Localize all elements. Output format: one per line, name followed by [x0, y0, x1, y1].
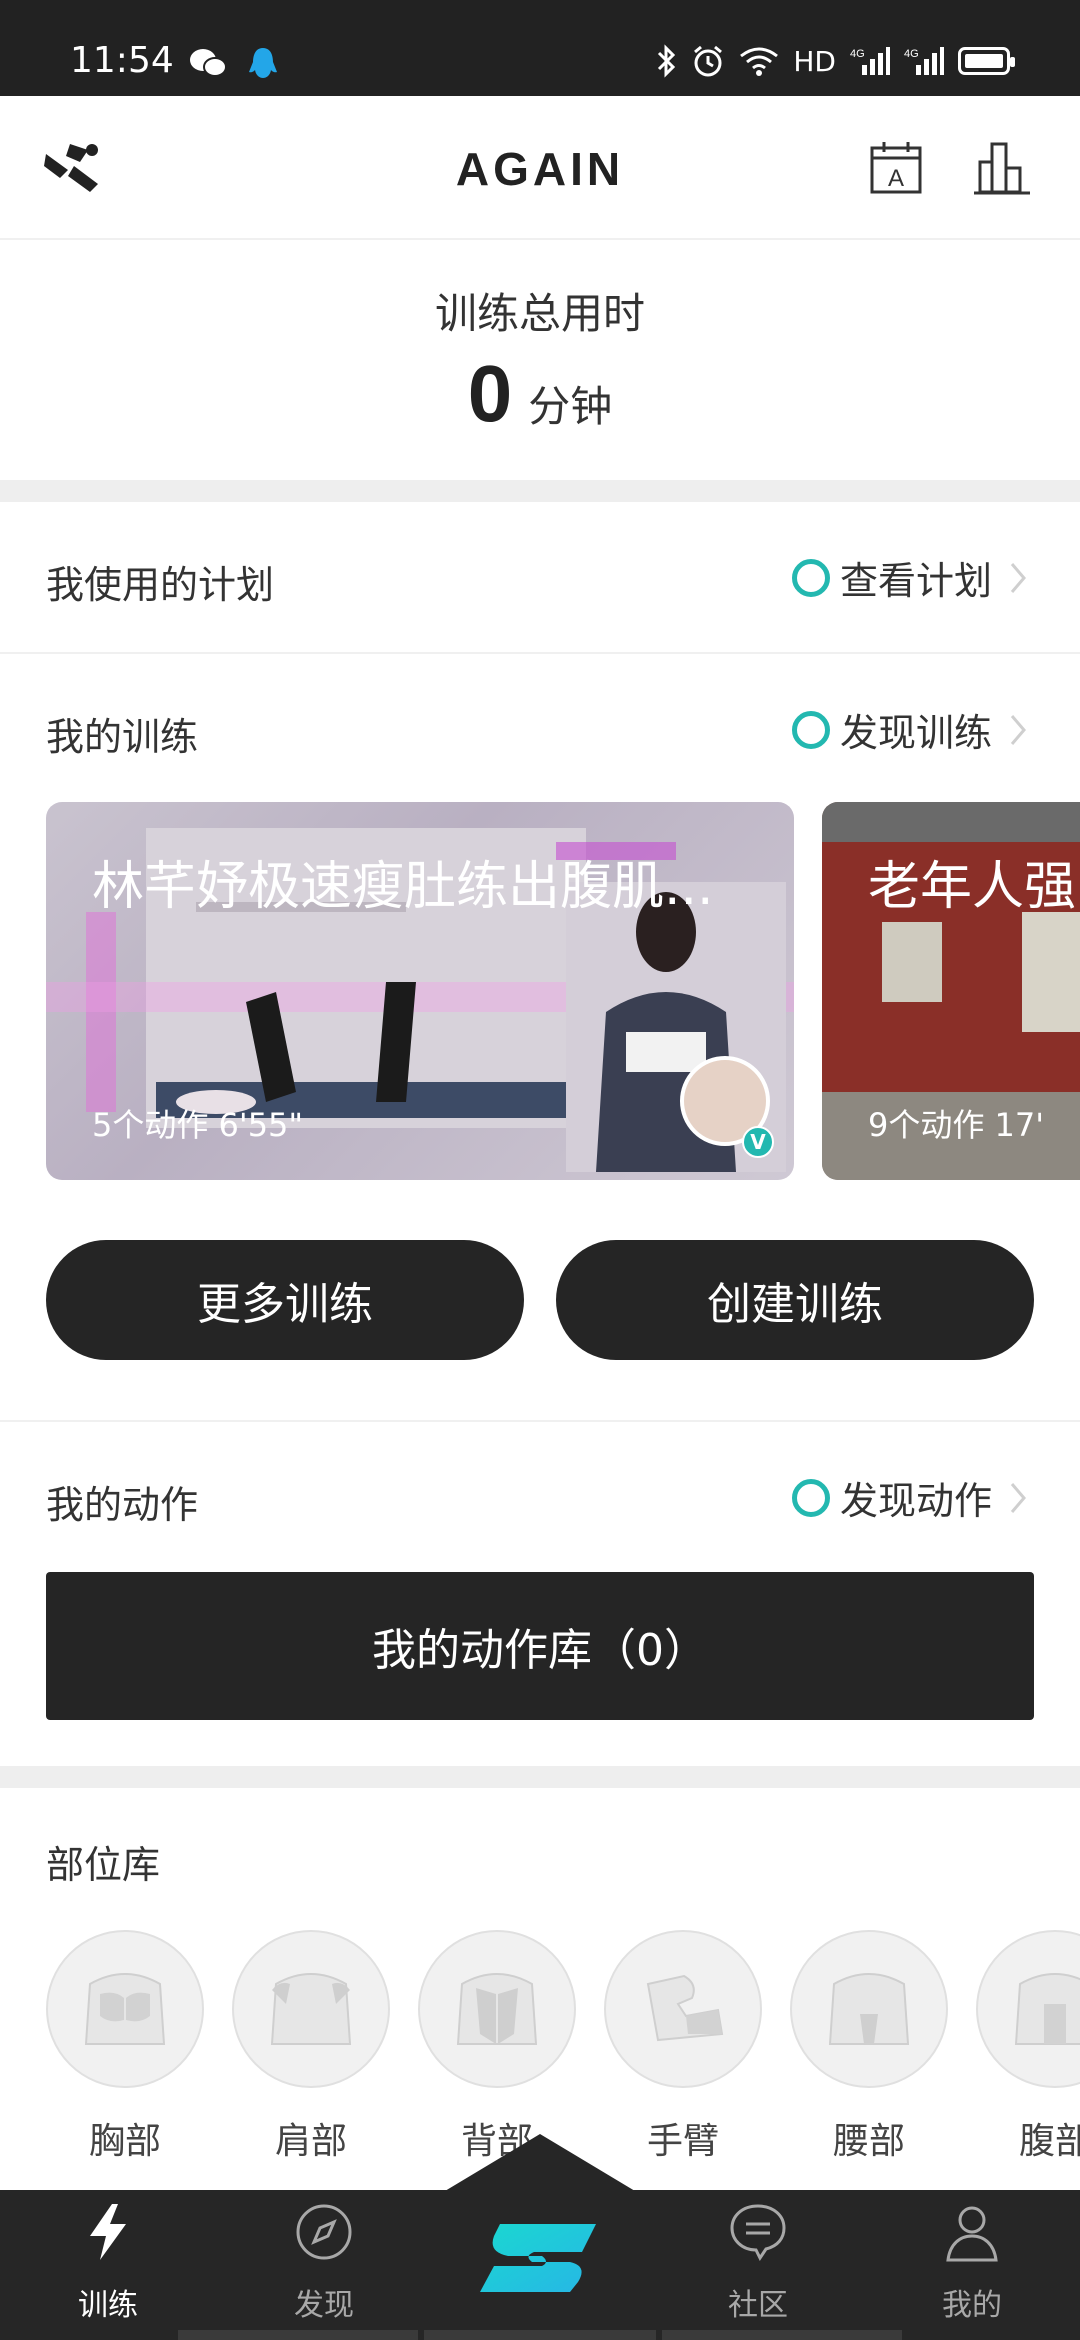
shoulders-icon [232, 1930, 390, 2088]
body-part-back[interactable]: 背部 [418, 1930, 576, 2164]
actions-title: 我的动作 [46, 1483, 199, 1527]
ring-icon [791, 710, 830, 749]
total-time-panel: 训练总用时 0 分钟 [0, 240, 1080, 480]
more-trainings-button[interactable]: 更多训练 [46, 1240, 524, 1360]
verified-badge-icon: V [742, 1126, 774, 1158]
lightning-icon [90, 2204, 126, 2260]
body-parts-title: 部位库 [46, 1843, 161, 1887]
discover-actions-link[interactable]: 发现动作 [791, 1470, 1034, 1525]
discover-trainings-label: 发现训练 [839, 711, 992, 755]
home-indicator [424, 2330, 656, 2340]
tab-community[interactable]: 社区 [688, 2200, 828, 2324]
chest-icon [46, 1930, 204, 2088]
training-card-title: 老年人强 [868, 857, 1077, 917]
status-indicators: HD 4G 4G [655, 44, 1015, 78]
tab-me[interactable]: 我的 [902, 2200, 1042, 2324]
create-training-button[interactable]: 创建训练 [556, 1240, 1034, 1360]
wifi-icon [740, 47, 779, 76]
svg-text:4G: 4G [850, 48, 865, 60]
abs-icon [976, 1930, 1080, 2088]
status-time: 11:54 [70, 40, 174, 81]
body-part-chest[interactable]: 胸部 [46, 1930, 204, 2164]
trainings-row: 我的训练 发现训练 [0, 654, 1080, 804]
tab-label: 社区 [728, 2288, 788, 2323]
tab-label: 我的 [942, 2288, 1002, 2323]
body-part-label: 腹部 [1018, 2121, 1080, 2162]
section-divider-band [0, 480, 1080, 502]
training-card-meta: 9个动作 17' [868, 1106, 1045, 1144]
status-bar: 11:54 HD 4G 4G [0, 0, 1080, 96]
app-header: AGAIN A [0, 96, 1080, 240]
tabbar-hump [440, 2134, 640, 2194]
discover-actions-label: 发现动作 [839, 1479, 992, 1523]
body-part-shoulders[interactable]: 肩部 [232, 1930, 390, 2164]
bluetooth-icon [658, 44, 676, 78]
calendar-letter: A [888, 165, 904, 192]
compass-icon [296, 2204, 352, 2260]
actions-row: 我的动作 发现动作 [0, 1422, 1080, 1572]
arm-icon [604, 1930, 762, 2088]
body-part-arms[interactable]: 手臂 [604, 1930, 762, 2164]
network-label: HD [793, 44, 836, 78]
chat-icon [730, 2204, 786, 2261]
ring-icon [791, 558, 830, 597]
stats-icon[interactable] [974, 140, 1030, 196]
waist-icon [790, 1930, 948, 2088]
trainings-title: 我的训练 [46, 715, 199, 759]
ring-icon [791, 1478, 830, 1517]
svg-text:4G: 4G [904, 48, 919, 60]
total-time-value: 0 [467, 349, 513, 438]
alarm-icon [694, 45, 723, 77]
training-card-title: 林芊妤极速瘦肚练出腹肌... [92, 857, 714, 917]
chevron-right-icon [1010, 714, 1026, 745]
my-action-library-button[interactable]: 我的动作库（0） [46, 1572, 1034, 1720]
view-plans-link[interactable]: 查看计划 [791, 550, 1034, 605]
body-part-waist[interactable]: 腰部 [790, 1930, 948, 2164]
chevron-right-icon [1010, 562, 1026, 593]
back-icon [418, 1930, 576, 2088]
total-time-value-row: 0 分钟 [0, 348, 1080, 440]
person-icon [946, 2206, 998, 2262]
tab-label: 训练 [78, 2288, 138, 2323]
body-part-abs[interactable]: 腹部 [976, 1930, 1080, 2164]
training-card[interactable]: 老年人强 9个动作 17' [822, 802, 1080, 1180]
plans-title: 我使用的计划 [46, 563, 275, 607]
notification-icons [188, 46, 280, 82]
discover-trainings-link[interactable]: 发现训练 [791, 702, 1034, 757]
training-card-meta: 5个动作 6'55" [92, 1106, 304, 1144]
wechat-icon [190, 49, 227, 77]
tab-training[interactable]: 训练 [38, 2200, 178, 2324]
tab-discover[interactable]: 发现 [254, 2200, 394, 2324]
home-indicator [178, 2330, 418, 2340]
total-time-unit: 分钟 [528, 382, 613, 431]
body-parts-list: 胸部 肩部 背部 手臂 腰部 腹部 [46, 1930, 1080, 2164]
total-time-label: 训练总用时 [434, 289, 645, 338]
view-plans-label: 查看计划 [839, 559, 992, 603]
qq-icon [249, 48, 277, 78]
battery-icon [958, 47, 1015, 75]
home-indicator [662, 2330, 902, 2340]
tab-label: 发现 [294, 2288, 354, 2323]
body-part-label: 腰部 [832, 2121, 905, 2162]
calendar-icon[interactable]: A [868, 140, 924, 196]
body-part-label: 胸部 [88, 2121, 161, 2162]
body-part-label: 肩部 [274, 2121, 347, 2162]
training-card[interactable]: V 林芊妤极速瘦肚练出腹肌... 5个动作 6'55" [46, 802, 794, 1180]
chevron-right-icon [1010, 1482, 1026, 1513]
plans-row: 我使用的计划 查看计划 [0, 502, 1080, 652]
signal-4g-icon: 4G [850, 47, 890, 75]
signal-4g-icon: 4G [904, 47, 944, 75]
again-logo-icon[interactable] [470, 2210, 610, 2300]
section-divider-band [0, 1766, 1080, 1788]
